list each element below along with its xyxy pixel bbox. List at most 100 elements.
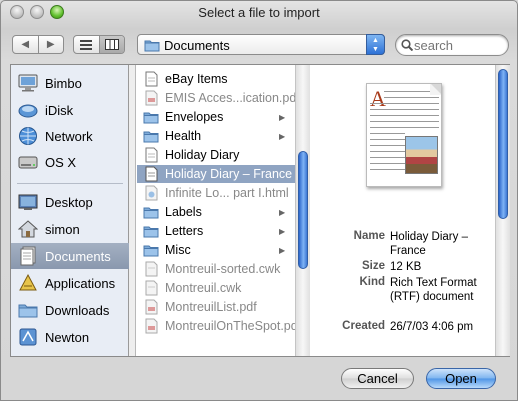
list-item[interactable]: EMIS Acces...ication.pdf (137, 89, 295, 107)
sidebar-item-downloads[interactable]: Downloads (11, 297, 129, 323)
forward-button[interactable]: ▶ (37, 36, 64, 53)
list-item[interactable]: Infinite Lo... part I.html (137, 184, 295, 202)
sidebar-item-label: Bimbo (45, 75, 82, 91)
sidebar-item-label: iDisk (45, 102, 74, 118)
sidebar-item-simon[interactable]: simon (11, 216, 129, 242)
list-item[interactable]: Envelopes ▶ (137, 108, 295, 126)
folder-icon (143, 109, 159, 125)
pdf-icon (143, 318, 159, 334)
appleworks-document-icon (143, 280, 159, 296)
desktop-icon (17, 191, 39, 213)
scrollbar-thumb[interactable] (298, 151, 308, 269)
html-document-icon (143, 185, 159, 201)
preview-kind-value: Rich Text Format (RTF) document (390, 277, 477, 303)
file-name: Letters (165, 224, 204, 238)
list-item[interactable]: MontreuilOnTheSpot.pdf (137, 317, 295, 335)
preview-created-value: 26/7/03 4:06 pm (390, 321, 474, 333)
list-item[interactable]: Montreuil.cwk (137, 279, 295, 297)
pdf-icon (143, 90, 159, 106)
file-name: Labels (165, 205, 202, 219)
text-document-icon (143, 166, 159, 182)
file-name: Montreuil-sorted.cwk (165, 262, 281, 276)
file-name: Infinite Lo... part I.html (165, 186, 289, 200)
list-item[interactable]: Misc ▶ (137, 241, 295, 259)
preview-size-key: Size (361, 260, 385, 272)
sidebar-item-newton[interactable]: Newton (11, 324, 129, 350)
open-button[interactable]: Open (426, 368, 496, 389)
text-document-icon (143, 147, 159, 163)
window-title: Select a file to import (198, 5, 320, 20)
folder-icon (144, 40, 160, 52)
file-name: eBay Items (165, 72, 228, 86)
preview-scrollbar[interactable] (495, 65, 510, 356)
cancel-button[interactable]: Cancel (341, 368, 414, 389)
list-item[interactable]: Health ▶ (137, 127, 295, 145)
disclosure-arrow-icon: ▶ (279, 245, 286, 255)
preview-created-key: Created (342, 320, 385, 332)
file-browser: Bimbo iDisk Network OS X Desktop simon D… (10, 64, 510, 357)
sidebar-item-osx[interactable]: OS X (11, 149, 129, 175)
disclosure-arrow-icon: ▶ (279, 131, 286, 141)
file-column: eBay Items EMIS Acces...ication.pdf Enve… (137, 65, 295, 356)
location-popup[interactable]: Documents ▲ ▼ (137, 34, 385, 55)
file-name: Misc (165, 243, 191, 257)
sidebar-item-idisk[interactable]: iDisk (11, 97, 129, 123)
file-name: Holiday Diary (165, 148, 240, 162)
folder-icon (143, 128, 159, 144)
text-document-icon (143, 71, 159, 87)
file-name: MontreuilOnTheSpot.pdf (165, 319, 295, 333)
forward-arrow-icon: ▶ (46, 39, 55, 50)
newton-icon (17, 326, 39, 348)
document-preview-thumbnail: A (366, 83, 442, 187)
preview-name-value: Holiday Diary – France (390, 231, 468, 257)
preview-kind-key: Kind (359, 276, 385, 288)
list-item[interactable]: MontreuilList.pdf (137, 298, 295, 316)
idisk-icon (17, 99, 39, 121)
list-view-icon (80, 39, 93, 50)
list-view-button[interactable] (74, 36, 99, 53)
sidebar-item-documents[interactable]: Documents (11, 243, 129, 269)
sidebar-item-bimbo[interactable]: Bimbo (11, 70, 129, 96)
network-globe-icon (17, 125, 39, 147)
preview-size-value: 12 KB (390, 261, 422, 273)
search-field[interactable] (395, 34, 509, 56)
column-view-button[interactable] (98, 36, 124, 53)
sidebar-item-label: simon (45, 221, 80, 237)
location-label: Documents (164, 38, 230, 53)
list-item[interactable]: eBay Items (137, 70, 295, 88)
list-item[interactable]: Labels ▶ (137, 203, 295, 221)
list-item[interactable]: Holiday Diary (137, 146, 295, 164)
sidebar-item-network[interactable]: Network (11, 123, 129, 149)
applications-icon (17, 272, 39, 294)
back-button[interactable]: ◀ (13, 36, 38, 53)
file-name: Montreuil.cwk (165, 281, 242, 295)
sidebar-splitter[interactable] (129, 65, 136, 356)
list-item[interactable]: Letters ▶ (137, 222, 295, 240)
sidebar-item-label: OS X (45, 154, 77, 170)
disclosure-arrow-icon: ▶ (279, 226, 286, 236)
disclosure-arrow-icon: ▶ (279, 112, 286, 122)
preview-photo-image (405, 136, 438, 174)
sidebar-item-label: Network (45, 128, 93, 144)
pdf-icon (143, 299, 159, 315)
sidebar-item-label: Downloads (45, 302, 110, 318)
list-item-selected[interactable]: Holiday Diary – France (137, 165, 295, 183)
computer-icon (17, 72, 39, 94)
column-view-icon (104, 39, 119, 50)
file-column-scrollbar[interactable] (295, 65, 310, 356)
sidebar-item-label: Applications (45, 275, 116, 291)
folder-icon (143, 223, 159, 239)
back-arrow-icon: ◀ (21, 39, 30, 50)
list-item[interactable]: Montreuil-sorted.cwk (137, 260, 295, 278)
documents-icon (17, 245, 39, 267)
hard-drive-icon (17, 151, 39, 173)
file-name: EMIS Acces...ication.pdf (165, 91, 295, 105)
sidebar-item-desktop[interactable]: Desktop (11, 189, 129, 215)
file-name: Health (165, 129, 202, 143)
scrollbar-thumb[interactable] (498, 69, 508, 219)
sidebar-divider (17, 183, 123, 184)
search-input[interactable] (414, 38, 502, 53)
title-bar[interactable]: Select a file to import (1, 1, 517, 25)
folder-icon (143, 204, 159, 220)
sidebar-item-applications[interactable]: Applications (11, 270, 129, 296)
